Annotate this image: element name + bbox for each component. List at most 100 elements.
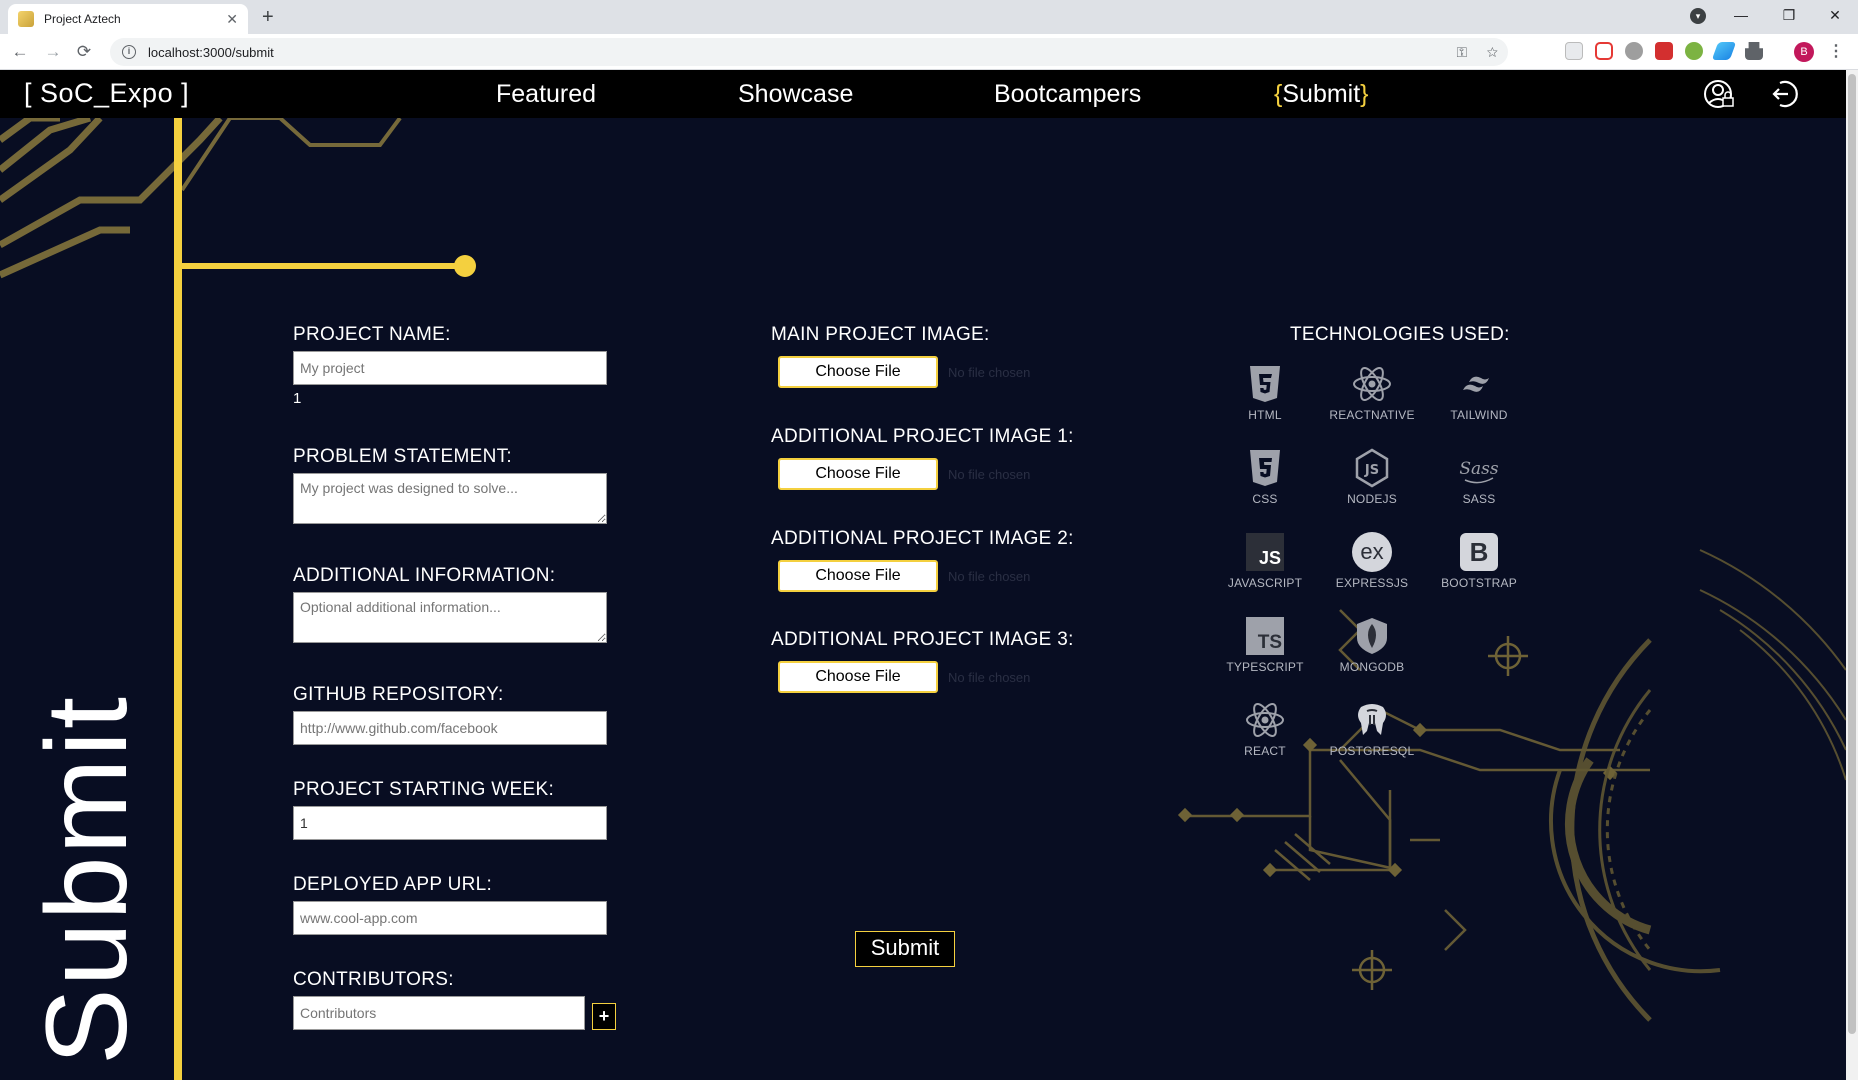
nav-bootcampers[interactable]: Bootcampers [994,80,1141,109]
tech-tailwind[interactable]: TAILWIND [1429,364,1529,422]
tailwind-icon [1459,364,1499,404]
maximize-button[interactable]: ❐ [1766,0,1812,30]
frog-extension-icon[interactable] [1685,42,1703,60]
additional-image-1-label: ADDITIONAL PROJECT IMAGE 1: [771,426,1074,447]
additional-image-3-choose-file-button[interactable]: Choose File [778,661,938,693]
javascript-icon: JS [1245,532,1285,572]
user-lock-icon[interactable] [1703,78,1735,110]
additional-image-3-label: ADDITIONAL PROJECT IMAGE 3: [771,629,1074,650]
window-close-button[interactable]: ✕ [1812,0,1858,30]
accent-horizontal-line [182,263,462,269]
main-image-choose-file-button[interactable]: Choose File [778,356,938,388]
reload-button[interactable]: ⟳ [74,42,94,62]
browser-toolbar: ← → ⟳ i localhost:3000/submit ⚿ ☆ B ⋮ [0,34,1858,70]
nav-submit[interactable]: {Submit} [1274,80,1369,109]
back-button[interactable]: ← [10,42,30,62]
mongodb-icon [1352,616,1392,656]
nav-featured[interactable]: Featured [496,80,596,109]
forward-button[interactable]: → [43,42,63,62]
contributors-input[interactable] [293,996,585,1030]
tech-reactnative[interactable]: REACTNATIVE [1322,364,1422,422]
problem-statement-textarea[interactable] [293,473,607,524]
postgresql-icon [1352,700,1392,740]
tech-label: HTML [1248,408,1282,422]
starting-week-input[interactable] [293,806,607,840]
tech-html[interactable]: HTML [1215,364,1315,422]
sass-icon: Sass [1459,448,1499,488]
tech-react[interactable]: REACT [1215,700,1315,758]
contributors-label: CONTRIBUTORS: [293,969,454,990]
pen-extension-icon[interactable] [1711,42,1737,60]
tech-sass[interactable]: Sass SASS [1429,448,1529,506]
tech-postgresql[interactable]: POSTGRESQL [1322,700,1422,758]
red-extension-icon[interactable] [1655,42,1673,60]
github-repo-input[interactable] [293,711,607,745]
additional-image-2-label: ADDITIONAL PROJECT IMAGE 2: [771,528,1074,549]
additional-info-textarea[interactable] [293,592,607,643]
page-title: Submit [23,695,151,1065]
nav-submit-label: Submit [1282,80,1361,108]
minimize-button[interactable]: — [1718,0,1764,30]
deployed-url-input[interactable] [293,901,607,935]
technologies-title: TECHNOLOGIES USED: [1290,324,1510,345]
tech-label: TAILWIND [1450,408,1508,422]
tech-typescript[interactable]: TS TYPESCRIPT [1215,616,1315,674]
extensions-bar [1565,42,1763,60]
globe-extension-icon[interactable] [1625,42,1643,60]
html5-icon [1245,364,1285,404]
reader-extension-icon[interactable] [1565,42,1583,60]
browser-tab[interactable]: Project Aztech ✕ [8,4,248,34]
tech-label: NODEJS [1347,492,1397,506]
tech-nodejs[interactable]: JS NODEJS [1322,448,1422,506]
react-native-icon [1352,364,1392,404]
submit-button[interactable]: Submit [855,931,955,967]
address-bar[interactable]: i localhost:3000/submit ⚿ ☆ [110,38,1508,66]
add-contributor-button[interactable]: + [592,1003,616,1030]
tech-mongodb[interactable]: MONGODB [1322,616,1422,674]
omnibox-actions: ⚿ ☆ [1456,44,1498,61]
tech-javascript[interactable]: JS JAVASCRIPT [1215,532,1315,590]
css3-icon [1245,448,1285,488]
tech-label: MONGODB [1339,660,1405,674]
site-navbar: [ SoC_Expo ] Featured Showcase Bootcampe… [0,70,1846,118]
pocket-extension-icon[interactable] [1595,42,1613,60]
logout-icon[interactable] [1768,78,1800,110]
main-image-label: MAIN PROJECT IMAGE: [771,324,990,345]
ex-glyph: ex [1360,539,1384,564]
github-repo-label: GITHUB REPOSITORY: [293,684,504,705]
tab-close-icon[interactable]: ✕ [226,11,238,28]
url-text[interactable]: localhost:3000/submit [148,45,1508,60]
profile-avatar[interactable]: B [1794,42,1814,62]
bookmark-star-icon[interactable]: ☆ [1487,44,1498,60]
project-name-input[interactable] [293,351,607,385]
additional-image-1-file-status: No file chosen [948,467,1031,482]
new-tab-button[interactable]: + [262,4,274,30]
browser-tabstrip: Project Aztech ✕ + ▾ — ❐ ✕ [0,0,1858,34]
site-info-icon[interactable]: i [122,45,136,59]
tech-label: SASS [1462,492,1496,506]
js-glyph: JS [1258,548,1281,568]
svg-text:JS: JS [1364,463,1379,478]
tab-search-icon[interactable]: ▾ [1690,8,1706,24]
tech-bootstrap[interactable]: B BOOTSTRAP [1429,532,1529,590]
typescript-icon: TS [1245,616,1285,656]
additional-image-3-file-status: No file chosen [948,670,1031,685]
key-icon[interactable]: ⚿ [1456,44,1467,60]
tech-css[interactable]: CSS [1215,448,1315,506]
main-image-file-status: No file chosen [948,365,1031,380]
accent-vertical-line [174,118,182,1080]
browser-menu-icon[interactable]: ⋮ [1828,41,1844,61]
tech-expressjs[interactable]: ex EXPRESSJS [1322,532,1422,590]
scrollbar-thumb[interactable] [1848,74,1856,1034]
additional-image-2-choose-file-button[interactable]: Choose File [778,560,938,592]
nav-showcase[interactable]: Showcase [738,80,853,109]
page-scrollbar[interactable] [1846,70,1858,1080]
additional-image-1-choose-file-button[interactable]: Choose File [778,458,938,490]
tab-title: Project Aztech [44,12,121,26]
b-glyph: B [1469,536,1489,567]
additional-image-2-file-status: No file chosen [948,569,1031,584]
brand-logo[interactable]: [ SoC_Expo ] [24,78,189,109]
project-name-label: PROJECT NAME: [293,324,451,345]
svg-text:Sass: Sass [1459,459,1499,479]
puzzle-extensions-icon[interactable] [1745,42,1763,60]
